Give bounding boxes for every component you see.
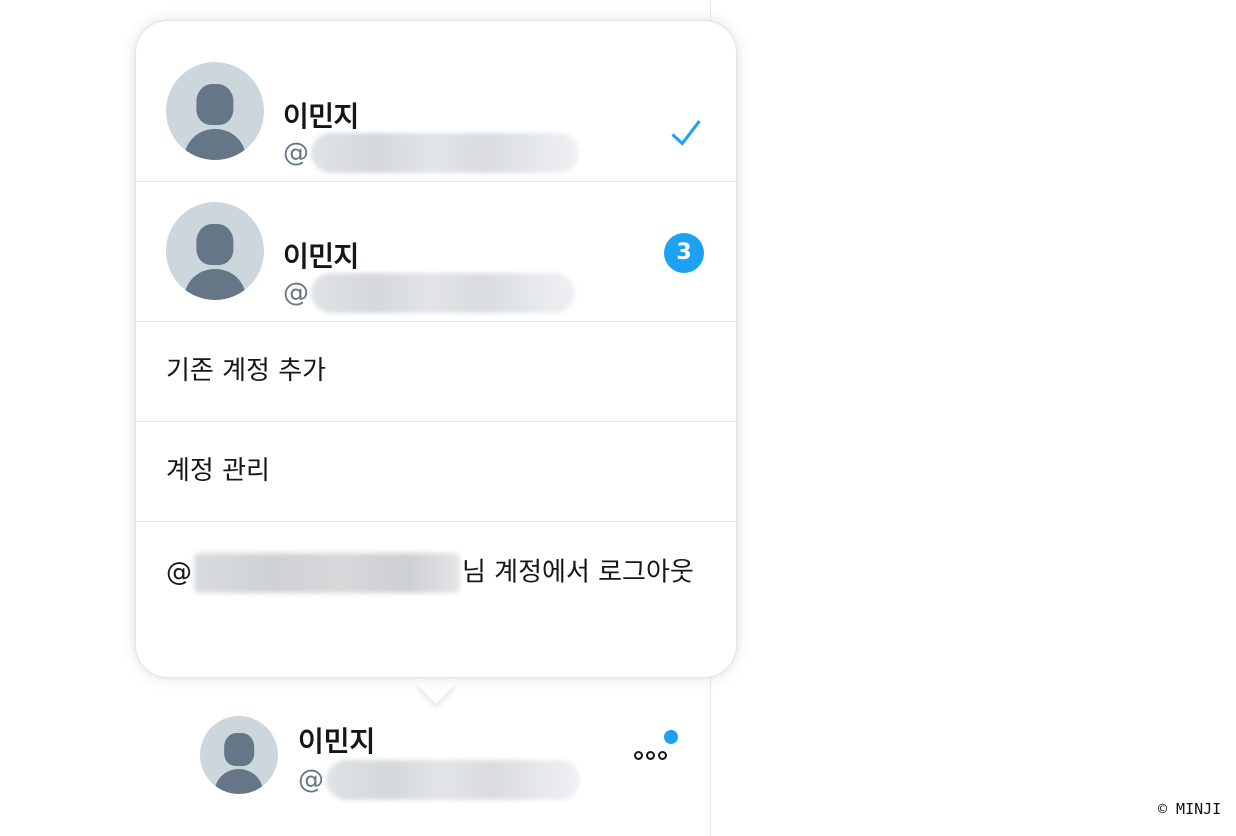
- account-switcher-popup: 이민지 @ 이민지 @ 3 기존 계정 추가 계정 관리 @ 님 계정에서 로그…: [136, 21, 736, 677]
- account-handle: @: [283, 273, 575, 313]
- notification-count-badge: 3: [664, 233, 704, 273]
- watermark: © MINJI: [1158, 800, 1222, 818]
- notification-dot: [664, 730, 678, 744]
- account-row-current[interactable]: 이민지 @: [136, 41, 736, 181]
- redacted-handle: [194, 553, 460, 593]
- account-name: 이민지: [283, 240, 359, 273]
- avatar-body-shape: [184, 128, 246, 160]
- avatar-body-shape: [184, 268, 246, 300]
- page: 이민지 @ 이민지 @ 3 기존 계정 추가 계정 관리 @ 님 계정에서 로그…: [0, 0, 1236, 836]
- handle-at: @: [298, 765, 324, 795]
- logout-at: @: [166, 557, 192, 588]
- avatar: [200, 716, 278, 794]
- account-switcher-button[interactable]: 이민지 @: [200, 716, 680, 800]
- redacted-handle: [311, 133, 579, 173]
- add-existing-account-button[interactable]: 기존 계정 추가: [136, 321, 736, 421]
- avatar-head-shape: [196, 223, 234, 265]
- avatar-body-shape: [214, 769, 264, 794]
- avatar-head-shape: [196, 83, 234, 125]
- checkmark-icon: [671, 120, 701, 146]
- more-dot: [657, 750, 667, 760]
- more-horizontal-icon[interactable]: [630, 740, 670, 770]
- account-name: 이민지: [283, 100, 359, 133]
- handle-at: @: [283, 138, 309, 168]
- handle-at: @: [283, 278, 309, 308]
- avatar: [166, 202, 264, 300]
- current-account-name: 이민지: [298, 725, 376, 758]
- avatar-head-shape: [224, 733, 254, 766]
- account-row-other[interactable]: 이민지 @: [136, 181, 736, 321]
- current-account-handle: @: [298, 760, 580, 800]
- avatar: [166, 62, 264, 160]
- account-handle: @: [283, 133, 579, 173]
- redacted-handle: [311, 273, 575, 313]
- logout-button[interactable]: @ 님 계정에서 로그아웃: [136, 521, 736, 677]
- more-dot: [633, 750, 643, 760]
- manage-accounts-button[interactable]: 계정 관리: [136, 421, 736, 521]
- logout-label: 님 계정에서 로그아웃: [462, 557, 694, 588]
- redacted-handle: [326, 760, 580, 800]
- more-dot: [645, 750, 655, 760]
